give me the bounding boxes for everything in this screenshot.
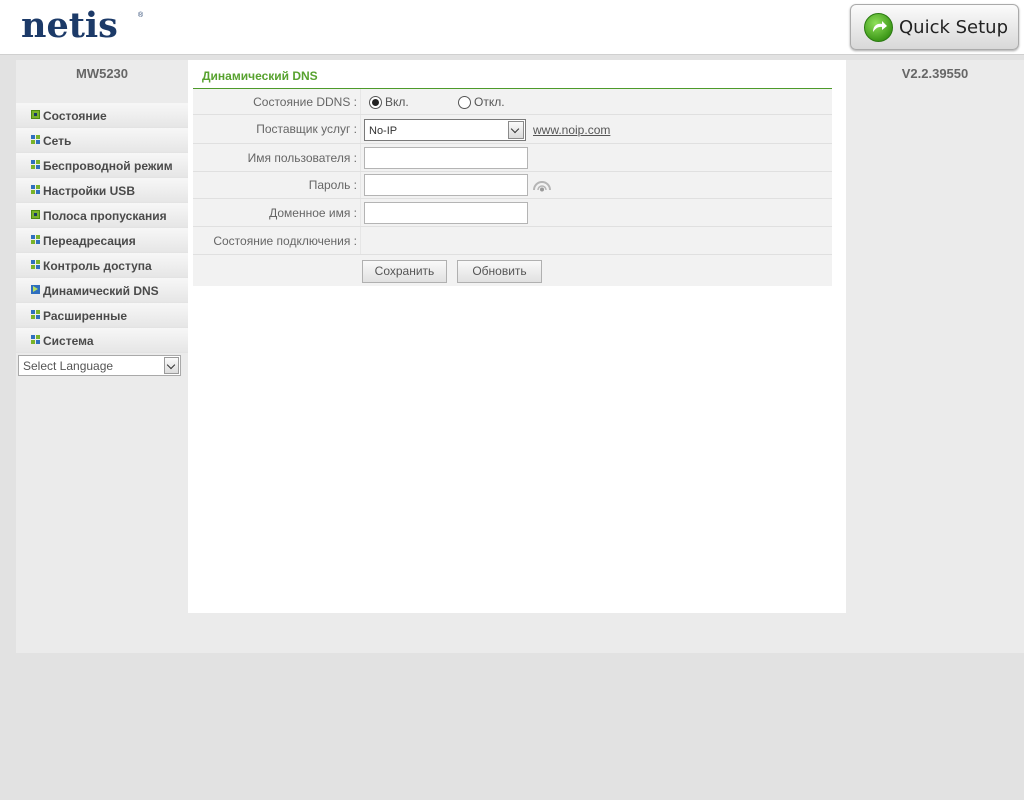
save-button[interactable]: Сохранить <box>362 260 447 283</box>
sidebar-item-advanced[interactable]: Расширенные <box>16 303 188 328</box>
domain-input[interactable] <box>364 202 528 224</box>
row-separator <box>360 115 361 143</box>
form-actions: Сохранить Обновить <box>193 255 832 286</box>
grid-icon <box>31 310 40 319</box>
sidebar-item-label: Переадресация <box>43 234 136 248</box>
sidebar-item-access-control[interactable]: Контроль доступа <box>16 253 188 278</box>
sidebar-item-ddns[interactable]: Динамический DNS <box>16 278 188 303</box>
row-separator <box>360 227 361 254</box>
ddns-on-radio[interactable]: Вкл. <box>369 95 409 109</box>
sidebar-item-label: Динамический DNS <box>43 284 159 298</box>
password-input[interactable] <box>364 174 528 196</box>
sidebar-item-system[interactable]: Система <box>16 328 188 353</box>
language-select-value: Select Language <box>23 359 114 373</box>
sidebar-item-usb[interactable]: Настройки USB <box>16 178 188 203</box>
header: netis ® Quick Setup <box>0 0 1024 55</box>
username-input[interactable] <box>364 147 528 169</box>
ddns-form: Состояние DDNS : Вкл. Откл. Поставщик ус… <box>193 89 832 286</box>
row-separator <box>360 172 361 198</box>
radio-dot-selected[interactable] <box>369 95 382 109</box>
sidebar-item-bandwidth[interactable]: Полоса пропускания <box>16 203 188 228</box>
arrow-square-icon <box>31 285 40 294</box>
quick-setup-button[interactable]: Quick Setup <box>850 4 1019 50</box>
provider-select-value: No-IP <box>369 125 398 137</box>
connection-status-label: Состояние подключения : <box>213 234 357 248</box>
domain-label: Доменное имя : <box>269 206 357 220</box>
sidebar-item-label: Сеть <box>43 134 72 148</box>
username-label: Имя пользователя : <box>247 151 357 165</box>
sidebar-item-network[interactable]: Сеть <box>16 128 188 153</box>
chevron-down-icon[interactable] <box>164 357 179 374</box>
sidebar-item-label: Настройки USB <box>43 184 135 198</box>
ddns-off-radio[interactable]: Откл. <box>458 95 505 109</box>
refresh-button[interactable]: Обновить <box>457 260 542 283</box>
ddns-on-label: Вкл. <box>385 95 409 109</box>
grid-icon <box>31 260 40 269</box>
username-row: Имя пользователя : <box>193 144 832 172</box>
quick-setup-label: Quick Setup <box>899 17 1009 38</box>
netis-logo[interactable]: netis <box>21 4 118 48</box>
sidebar-item-label: Система <box>43 334 94 348</box>
quick-setup-arrow-icon <box>864 13 893 42</box>
provider-select[interactable]: No-IP <box>364 119 526 141</box>
sidebar-nav: Состояние Сеть Беспроводной режим Настро… <box>16 103 188 353</box>
row-separator <box>360 199 361 226</box>
provider-label: Поставщик услуг : <box>256 122 357 136</box>
chevron-down-icon[interactable] <box>508 121 524 139</box>
sidebar-item-label: Беспроводной режим <box>43 159 173 173</box>
registered-mark: ® <box>138 12 144 19</box>
grid-icon <box>31 235 40 244</box>
connection-status-row: Состояние подключения : <box>193 227 832 255</box>
firmware-version: V2.2.39550 <box>901 66 969 81</box>
show-password-icon[interactable] <box>533 180 551 194</box>
sidebar-item-label: Контроль доступа <box>43 259 152 273</box>
sidebar-item-label: Полоса пропускания <box>43 209 167 223</box>
password-row: Пароль : <box>193 172 832 199</box>
page-title: Динамический DNS <box>202 69 318 83</box>
sidebar-item-label: Состояние <box>43 109 107 123</box>
ddns-off-label: Откл. <box>474 95 505 109</box>
password-label: Пароль : <box>308 178 357 192</box>
provider-website-link[interactable]: www.noip.com <box>533 123 610 137</box>
device-model: MW5230 <box>75 66 129 81</box>
ddns-status-label: Состояние DDNS : <box>253 95 357 109</box>
radio-dot[interactable] <box>458 95 471 109</box>
language-select[interactable]: Select Language <box>18 355 181 376</box>
plus-square-icon <box>31 210 40 219</box>
row-separator <box>360 144 361 171</box>
sidebar-item-wireless[interactable]: Беспроводной режим <box>16 153 188 178</box>
grid-icon <box>31 185 40 194</box>
ddns-status-row: Состояние DDNS : Вкл. Откл. <box>193 89 832 115</box>
sidebar-item-status[interactable]: Состояние <box>16 103 188 128</box>
sidebar-item-forwarding[interactable]: Переадресация <box>16 228 188 253</box>
domain-row: Доменное имя : <box>193 199 832 227</box>
sidebar-item-label: Расширенные <box>43 309 127 323</box>
plus-square-icon <box>31 110 40 119</box>
grid-icon <box>31 160 40 169</box>
grid-icon <box>31 335 40 344</box>
row-separator <box>360 89 361 114</box>
grid-icon <box>31 135 40 144</box>
